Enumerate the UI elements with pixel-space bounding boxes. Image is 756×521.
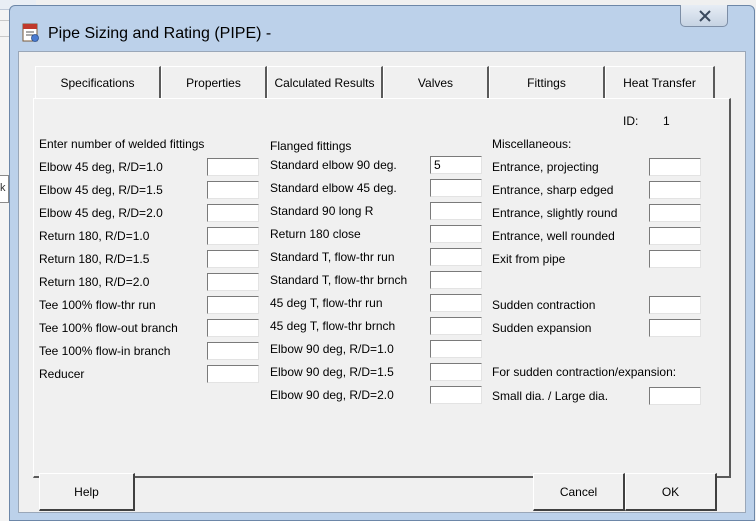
flanged-fitting-input[interactable] bbox=[430, 340, 482, 358]
flanged-fitting-label: Standard T, flow-thr brnch bbox=[270, 273, 408, 287]
flanged-fitting-input[interactable] bbox=[430, 248, 482, 266]
misc-fitting-label: Entrance, slightly round bbox=[492, 206, 618, 220]
welded-fitting-label: Return 180, R/D=1.0 bbox=[39, 229, 150, 243]
welded-fitting-label: Elbow 45 deg, R/D=1.0 bbox=[39, 160, 163, 174]
close-button[interactable] bbox=[680, 5, 728, 27]
misc-fitting-label: Entrance, projecting bbox=[492, 160, 599, 174]
tab-fittings[interactable]: Fittings bbox=[489, 66, 605, 98]
welded-fitting-input[interactable] bbox=[207, 227, 259, 245]
flanged-fitting-input[interactable] bbox=[430, 363, 482, 381]
close-icon bbox=[699, 10, 711, 22]
id-value: 1 bbox=[663, 114, 670, 128]
help-button[interactable]: Help bbox=[39, 473, 135, 511]
welded-fitting-label: Elbow 45 deg, R/D=1.5 bbox=[39, 183, 163, 197]
flanged-fitting-label: Elbow 90 deg, R/D=2.0 bbox=[270, 388, 394, 402]
welded-fitting-label: Tee 100% flow-thr run bbox=[39, 298, 156, 312]
misc-fitting-label: Sudden expansion bbox=[492, 321, 592, 335]
misc-fitting-label: Entrance, well rounded bbox=[492, 229, 615, 243]
welded-fitting-input[interactable] bbox=[207, 342, 259, 360]
background-window bbox=[0, 0, 9, 521]
tab-heat-transfer[interactable]: Heat Transfer bbox=[605, 66, 715, 98]
misc-fitting-input[interactable] bbox=[649, 204, 701, 222]
flanged-fitting-label: 45 deg T, flow-thr run bbox=[270, 296, 383, 310]
flanged-fitting-input[interactable] bbox=[430, 386, 482, 404]
flanged-fitting-label: 45 deg T, flow-thr brnch bbox=[270, 319, 396, 333]
welded-fitting-input[interactable] bbox=[207, 250, 259, 268]
background-divider bbox=[0, 36, 9, 37]
ok-button[interactable]: OK bbox=[625, 473, 717, 511]
app-document-icon bbox=[21, 23, 41, 43]
welded-fitting-label: Tee 100% flow-out branch bbox=[39, 321, 178, 335]
welded-fitting-label: Return 180, R/D=1.5 bbox=[39, 252, 150, 266]
misc-header: Miscellaneous: bbox=[492, 137, 572, 151]
pipe-dialog-window: Pipe Sizing and Rating (PIPE) - Specific… bbox=[9, 5, 755, 521]
welded-fitting-input[interactable] bbox=[207, 181, 259, 199]
flanged-fitting-label: Standard elbow 90 deg. bbox=[270, 158, 397, 172]
welded-fitting-input[interactable] bbox=[207, 204, 259, 222]
dialog-client-area: Specifications Properties Calculated Res… bbox=[18, 51, 746, 513]
id-label: ID: bbox=[623, 114, 639, 128]
title-bar[interactable]: Pipe Sizing and Rating (PIPE) - bbox=[10, 5, 754, 44]
welded-fitting-input[interactable] bbox=[207, 158, 259, 176]
flanged-fitting-label: Elbow 90 deg, R/D=1.5 bbox=[270, 365, 394, 379]
tab-specifications[interactable]: Specifications bbox=[35, 66, 161, 98]
flanged-fitting-input[interactable] bbox=[430, 225, 482, 243]
flanged-fitting-label: Standard 90 long R bbox=[270, 204, 374, 218]
welded-fitting-label: Reducer bbox=[39, 367, 85, 381]
welded-fitting-input[interactable] bbox=[207, 273, 259, 291]
flanged-fitting-label: Elbow 90 deg, R/D=1.0 bbox=[270, 342, 394, 356]
welded-fitting-label: Return 180, R/D=2.0 bbox=[39, 275, 150, 289]
ratio-input[interactable] bbox=[649, 387, 701, 405]
ratio-header: For sudden contraction/expansion: bbox=[492, 365, 677, 379]
flanged-fitting-label: Return 180 close bbox=[270, 227, 361, 241]
ratio-label: Small dia. / Large dia. bbox=[492, 389, 609, 403]
misc-fitting-input[interactable] bbox=[649, 250, 701, 268]
tab-valves[interactable]: Valves bbox=[383, 66, 489, 98]
welded-fitting-input[interactable] bbox=[207, 365, 259, 383]
welded-header: Enter number of welded fittings bbox=[39, 137, 205, 151]
flanged-fitting-label: Standard elbow 45 deg. bbox=[270, 181, 397, 195]
welded-fitting-input[interactable] bbox=[207, 296, 259, 314]
misc-fitting-input[interactable] bbox=[649, 158, 701, 176]
misc-fitting-input[interactable] bbox=[649, 227, 701, 245]
flanged-fitting-label: Standard T, flow-thr run bbox=[270, 250, 395, 264]
misc-fitting-label: Exit from pipe bbox=[492, 252, 566, 266]
welded-fitting-label: Elbow 45 deg, R/D=2.0 bbox=[39, 206, 163, 220]
welded-fitting-input[interactable] bbox=[207, 319, 259, 337]
welded-fitting-label: Tee 100% flow-in branch bbox=[39, 344, 171, 358]
flanged-header: Flanged fittings bbox=[270, 139, 352, 153]
misc-fitting-label: Entrance, sharp edged bbox=[492, 183, 614, 197]
misc-fitting-input[interactable] bbox=[649, 296, 701, 314]
tab-calculated-results[interactable]: Calculated Results bbox=[267, 66, 383, 98]
flanged-fitting-input[interactable] bbox=[430, 317, 482, 335]
flanged-fitting-input[interactable] bbox=[430, 271, 482, 289]
flanged-fitting-input[interactable]: 5 bbox=[430, 156, 482, 174]
cancel-button[interactable]: Cancel bbox=[533, 473, 625, 511]
flanged-fitting-input[interactable] bbox=[430, 294, 482, 312]
window-title: Pipe Sizing and Rating (PIPE) - bbox=[48, 25, 272, 42]
fittings-panel: ID: 1 Enter number of welded fittings Fl… bbox=[33, 98, 731, 478]
misc-fitting-input[interactable] bbox=[649, 319, 701, 337]
misc-fitting-input[interactable] bbox=[649, 181, 701, 199]
background-divider bbox=[0, 20, 9, 21]
flanged-fitting-input[interactable] bbox=[430, 202, 482, 220]
flanged-fitting-input[interactable] bbox=[430, 179, 482, 197]
background-partial-text: k bbox=[0, 175, 9, 203]
tab-properties[interactable]: Properties bbox=[161, 66, 267, 98]
tab-strip: Specifications Properties Calculated Res… bbox=[35, 66, 725, 98]
misc-fitting-label: Sudden contraction bbox=[492, 298, 596, 312]
